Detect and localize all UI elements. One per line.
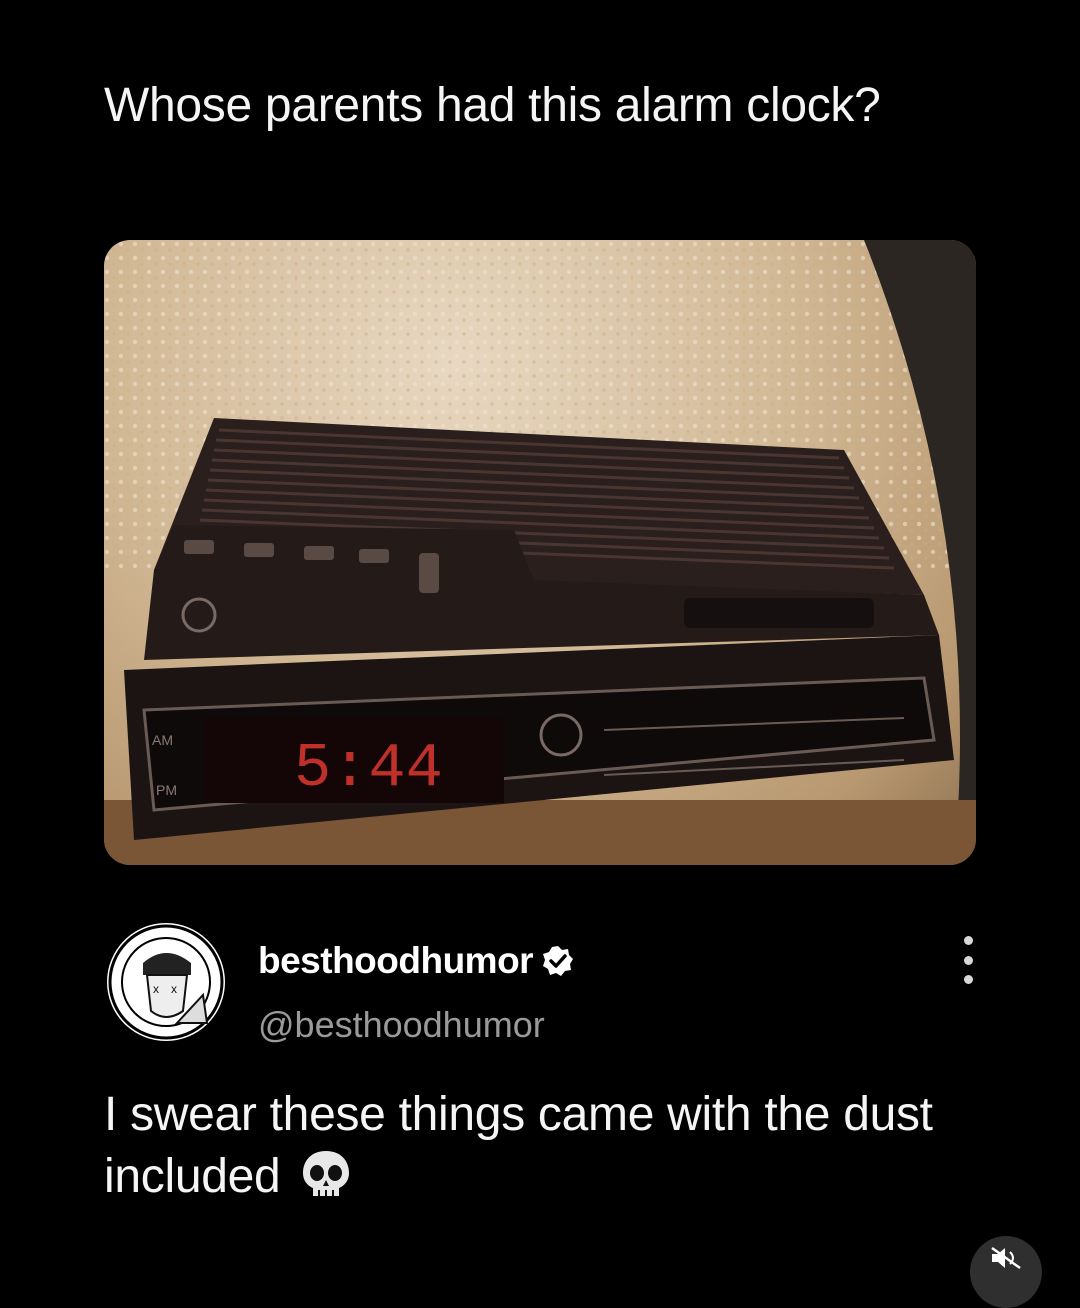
account-handle[interactable]: @besthoodhumor xyxy=(258,1004,545,1046)
svg-text:x: x xyxy=(153,982,159,996)
svg-text:x: x xyxy=(171,982,177,996)
pm-label: PM xyxy=(156,782,177,798)
am-label: AM xyxy=(152,732,173,748)
caption-text: I swear these things came with the dust … xyxy=(104,1088,933,1203)
avatar[interactable]: x x xyxy=(104,920,228,1044)
clock-display: 5:44 xyxy=(294,733,443,804)
account-name-row[interactable]: besthoodhumor xyxy=(258,940,575,982)
skull-icon xyxy=(303,1151,350,1196)
username[interactable]: besthoodhumor xyxy=(258,940,534,982)
post-photo[interactable]: 5:44 AM PM xyxy=(104,240,976,865)
caption: I swear these things came with the dust … xyxy=(104,1084,1004,1208)
avatar-image: x x xyxy=(108,924,224,1040)
post-text: Whose parents had this alarm clock? xyxy=(104,79,881,132)
more-options-icon[interactable] xyxy=(956,936,980,984)
alarm-clock-illustration: 5:44 AM PM xyxy=(104,240,976,865)
verified-badge-icon xyxy=(543,946,574,976)
mute-button[interactable] xyxy=(970,1236,1042,1308)
muted-speaker-icon xyxy=(991,1246,1021,1270)
